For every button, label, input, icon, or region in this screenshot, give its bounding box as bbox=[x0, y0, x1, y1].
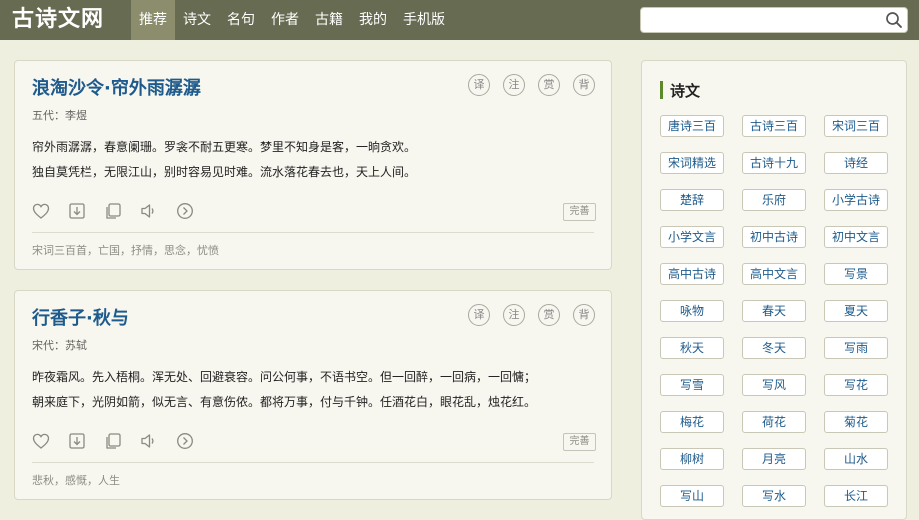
nav-item-mobile[interactable]: 手机版 bbox=[395, 0, 453, 40]
category-tag[interactable]: 写景 bbox=[824, 263, 888, 285]
category-tag[interactable]: 古诗三百 bbox=[742, 115, 806, 137]
category-tag[interactable]: 月亮 bbox=[742, 448, 806, 470]
category-tag-grid: 唐诗三百 古诗三百 宋词三百宋词精选 古诗十九 诗经楚辞 乐府 小学古诗小学文言 初中古诗 初中… bbox=[660, 115, 888, 507]
speaker-icon[interactable] bbox=[140, 432, 158, 450]
category-tag[interactable]: 乐府 bbox=[742, 189, 806, 211]
category-tag[interactable]: 柳树 bbox=[660, 448, 724, 470]
poem-line: 朝来庭下，光阴如箭，似无言、有意伤侬。都将万事，付与千钟。任酒花白，眼花乱，烛花… bbox=[32, 395, 537, 409]
improve-button[interactable]: 完善 bbox=[563, 433, 596, 451]
category-tag[interactable]: 小学文言 bbox=[660, 226, 724, 248]
appreciate-button[interactable]: 赏 bbox=[538, 74, 560, 96]
improve-button[interactable]: 完善 bbox=[563, 203, 596, 221]
poem-line: 帘外雨潺潺，春意阑珊。罗衾不耐五更寒。梦里不知身是客，一晌贪欢。 bbox=[32, 140, 417, 154]
poem-card: 行香子·秋与 译 注 赏 背 宋代：苏轼 昨夜霜风。先入梧桐。浑无处、回避衰容。… bbox=[14, 290, 612, 500]
poem-author[interactable]: 五代：李煜 bbox=[32, 107, 87, 123]
nav-item-mine[interactable]: 我的 bbox=[351, 0, 395, 40]
category-tag[interactable]: 梅花 bbox=[660, 411, 724, 433]
search-box bbox=[640, 7, 908, 33]
main-nav: 推荐 诗文 名句 作者 古籍 我的 手机版 bbox=[131, 0, 453, 40]
category-tag[interactable]: 写雪 bbox=[660, 374, 724, 396]
category-tag[interactable]: 春天 bbox=[742, 300, 806, 322]
poem-title[interactable]: 浪淘沙令·帘外雨潺潺 bbox=[32, 74, 201, 100]
site-logo[interactable]: 古诗文网 bbox=[12, 4, 104, 36]
category-tag[interactable]: 写雨 bbox=[824, 337, 888, 359]
category-tag[interactable]: 写风 bbox=[742, 374, 806, 396]
heart-icon[interactable] bbox=[32, 202, 50, 220]
poem-body: 帘外雨潺潺，春意阑珊。罗衾不耐五更寒。梦里不知身是客，一晌贪欢。 独自莫凭栏，无… bbox=[32, 135, 416, 185]
poem-card: 浪淘沙令·帘外雨潺潺 译 注 赏 背 五代：李煜 帘外雨潺潺，春意阑珊。罗衾不耐… bbox=[14, 60, 612, 270]
copy-icon[interactable] bbox=[104, 432, 122, 450]
annotate-button[interactable]: 注 bbox=[503, 304, 525, 326]
category-tag[interactable]: 宋词精选 bbox=[660, 152, 724, 174]
appreciate-button[interactable]: 赏 bbox=[538, 304, 560, 326]
download-icon[interactable] bbox=[68, 202, 86, 220]
category-tag[interactable]: 荷花 bbox=[742, 411, 806, 433]
more-arrow-icon[interactable] bbox=[176, 432, 194, 450]
title-accent-bar bbox=[660, 81, 663, 99]
category-tag[interactable]: 古诗十九 bbox=[742, 152, 806, 174]
poem-line: 独自莫凭栏，无限江山，别时容易见时难。流水落花春去也，天上人间。 bbox=[32, 165, 417, 179]
category-tag[interactable]: 长江 bbox=[824, 485, 888, 507]
nav-item-poems[interactable]: 诗文 bbox=[175, 0, 219, 40]
copy-icon[interactable] bbox=[104, 202, 122, 220]
category-tag[interactable]: 夏天 bbox=[824, 300, 888, 322]
nav-item-quotes[interactable]: 名句 bbox=[219, 0, 263, 40]
poem-body: 昨夜霜风。先入梧桐。浑无处、回避衰容。问公何事，不语书空。但一回醉，一回病，一回… bbox=[32, 365, 536, 415]
nav-item-classics[interactable]: 古籍 bbox=[307, 0, 351, 40]
tag-links[interactable]: 悲秋，感慨，人生 bbox=[32, 474, 120, 487]
search-input[interactable] bbox=[645, 10, 885, 32]
nav-item-authors[interactable]: 作者 bbox=[263, 0, 307, 40]
translate-button[interactable]: 译 bbox=[468, 74, 490, 96]
recite-button[interactable]: 背 bbox=[573, 304, 595, 326]
category-tag[interactable]: 写花 bbox=[824, 374, 888, 396]
category-tag[interactable]: 菊花 bbox=[824, 411, 888, 433]
poem-tools: 译 注 赏 背 bbox=[468, 74, 595, 96]
poem-tags: 宋词三百首，亡国，抒情，思念，忧愤 bbox=[32, 242, 219, 258]
poem-tools: 译 注 赏 背 bbox=[468, 304, 595, 326]
poem-line: 昨夜霜风。先入梧桐。浑无处、回避衰容。问公何事，不语书空。但一回醉，一回病，一回… bbox=[32, 370, 537, 384]
recite-button[interactable]: 背 bbox=[573, 74, 595, 96]
category-tag[interactable]: 咏物 bbox=[660, 300, 724, 322]
category-sidebar: 诗文 唐诗三百 古诗三百 宋词三百宋词精选 古诗十九 诗经楚辞 乐府 小学古诗小学文言 初中古… bbox=[641, 60, 907, 520]
more-arrow-icon[interactable] bbox=[176, 202, 194, 220]
poem-title[interactable]: 行香子·秋与 bbox=[32, 304, 129, 330]
category-tag[interactable]: 初中古诗 bbox=[742, 226, 806, 248]
annotate-button[interactable]: 注 bbox=[503, 74, 525, 96]
download-icon[interactable] bbox=[68, 432, 86, 450]
category-tag[interactable]: 高中文言 bbox=[742, 263, 806, 285]
category-tag[interactable]: 小学古诗 bbox=[824, 189, 888, 211]
nav-item-recommend[interactable]: 推荐 bbox=[131, 0, 175, 40]
category-tag[interactable]: 诗经 bbox=[824, 152, 888, 174]
category-tag[interactable]: 写山 bbox=[660, 485, 724, 507]
translate-button[interactable]: 译 bbox=[468, 304, 490, 326]
category-tag[interactable]: 写水 bbox=[742, 485, 806, 507]
poem-actions bbox=[32, 202, 194, 220]
category-tag[interactable]: 秋天 bbox=[660, 337, 724, 359]
poem-author[interactable]: 宋代：苏轼 bbox=[32, 337, 87, 353]
sidebar-title: 诗文 bbox=[670, 82, 701, 100]
poem-actions bbox=[32, 432, 194, 450]
category-tag[interactable]: 高中古诗 bbox=[660, 263, 724, 285]
category-tag[interactable]: 楚辞 bbox=[660, 189, 724, 211]
top-nav-bar: 古诗文网 推荐 诗文 名句 作者 古籍 我的 手机版 bbox=[0, 0, 919, 40]
category-tag[interactable]: 冬天 bbox=[742, 337, 806, 359]
speaker-icon[interactable] bbox=[140, 202, 158, 220]
category-tag[interactable]: 初中文言 bbox=[824, 226, 888, 248]
divider bbox=[32, 462, 594, 463]
search-icon[interactable] bbox=[885, 11, 903, 29]
category-tag[interactable]: 唐诗三百 bbox=[660, 115, 724, 137]
category-tag[interactable]: 宋词三百 bbox=[824, 115, 888, 137]
heart-icon[interactable] bbox=[32, 432, 50, 450]
category-tag[interactable]: 山水 bbox=[824, 448, 888, 470]
divider bbox=[32, 232, 594, 233]
tag-links[interactable]: 宋词三百首，亡国，抒情，思念，忧愤 bbox=[32, 244, 219, 257]
poem-tags: 悲秋，感慨，人生 bbox=[32, 472, 120, 488]
